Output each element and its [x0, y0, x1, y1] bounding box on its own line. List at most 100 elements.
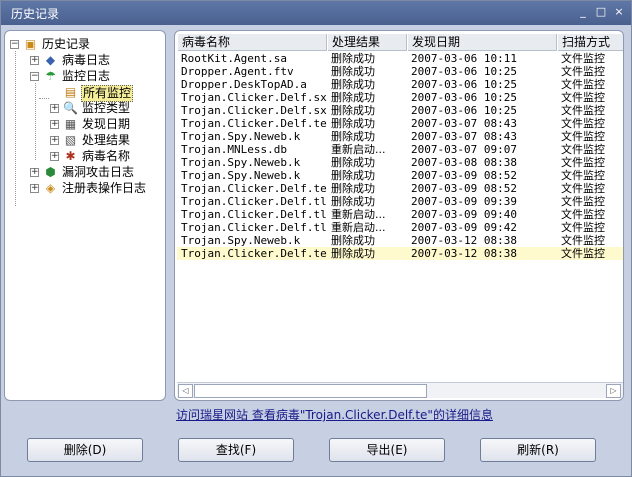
document-icon: ▤: [64, 85, 77, 99]
virus-name-cell: Trojan.Clicker.Delf.tl: [181, 208, 327, 221]
history-tree: − ▣ 历史记录 + ◆ 病毒日志 − ☂ 监控日志 ▤ 所有监控 + 🔍 监控…: [5, 31, 165, 400]
expand-icon[interactable]: +: [50, 120, 59, 129]
scan-method-cell: 文件监控: [561, 169, 605, 182]
column-header-date[interactable]: 发现日期: [407, 34, 557, 51]
delete-button[interactable]: 删除(D): [27, 438, 143, 462]
list-row[interactable]: Trojan.Clicker.Delf.tl 删除成功 2007-03-09 09:…: [177, 195, 623, 208]
virus-log-icon: ◆: [45, 53, 56, 67]
list-row[interactable]: Trojan.Clicker.Delf.te 删除成功 2007-03-09 08:…: [177, 182, 623, 195]
result-cell: 重新启动...: [331, 208, 386, 221]
result-cell: 重新启动...: [331, 221, 386, 234]
result-cell: 删除成功: [331, 169, 375, 182]
list-row[interactable]: Trojan.Spy.Neweb.k 删除成功 2007-03-09 08:52 文件…: [177, 169, 623, 182]
virus-info-link[interactable]: 访问瑞星网站 查看病毒"Trojan.Clicker.Delf.te"的详细信息: [176, 406, 493, 423]
list-row[interactable]: Trojan.Clicker.Delf.tl 重新启动... 2007-03-09 …: [177, 221, 623, 234]
list-row[interactable]: Dropper.DeskTopAD.a 删除成功 2007-03-06 10:25 文…: [177, 78, 623, 91]
list-row[interactable]: Trojan.Clicker.Delf.te 删除成功 2007-03-07 08:…: [177, 117, 623, 130]
scan-method-cell: 文件监控: [561, 208, 605, 221]
scan-method-cell: 文件监控: [561, 143, 605, 156]
tree-node-result[interactable]: + ▧ 处理结果: [5, 133, 165, 148]
minimize-icon[interactable]: _: [577, 6, 589, 18]
list-row[interactable]: Trojan.Clicker.Delf.te 删除成功 2007-03-12 08:…: [177, 247, 623, 260]
list-row[interactable]: Trojan.Spy.Neweb.k 删除成功 2007-03-12 08:38 文件…: [177, 234, 623, 247]
scan-method-cell: 文件监控: [561, 130, 605, 143]
date-cell: 2007-03-06 10:25: [411, 65, 517, 78]
horizontal-scrollbar[interactable]: ◁ ▷: [177, 382, 623, 398]
expand-icon[interactable]: +: [30, 184, 39, 193]
list-row[interactable]: Trojan.Clicker.Delf.sx 删除成功 2007-03-06 10:…: [177, 91, 623, 104]
expand-icon[interactable]: +: [30, 56, 39, 65]
virus-name-cell: Trojan.Clicker.Delf.tl: [181, 195, 327, 208]
search-doc-icon: 🔍: [63, 101, 78, 115]
scan-method-cell: 文件监控: [561, 104, 605, 117]
maximize-icon[interactable]: □: [595, 6, 607, 18]
scroll-left-icon[interactable]: ◁: [178, 384, 193, 398]
column-header-result[interactable]: 处理结果: [327, 34, 407, 51]
virus-name-cell: Trojan.MNLess.db: [181, 143, 287, 156]
result-cell: 删除成功: [331, 78, 375, 91]
tree-node-monitor-log[interactable]: − ☂ 监控日志: [5, 69, 165, 84]
column-header-scan-method[interactable]: 扫描方式: [557, 34, 623, 51]
scroll-thumb[interactable]: [194, 384, 427, 398]
find-button[interactable]: 查找(F): [178, 438, 294, 462]
tree-node-label: 漏洞攻击日志: [62, 165, 135, 179]
tree-node-label: 病毒日志: [62, 53, 111, 67]
history-box-icon: ▣: [24, 37, 37, 51]
refresh-button[interactable]: 刷新(R): [480, 438, 596, 462]
scan-method-cell: 文件监控: [561, 78, 605, 91]
result-cell: 删除成功: [331, 91, 375, 104]
date-cell: 2007-03-09 09:40: [411, 208, 517, 221]
virus-name-cell: Trojan.Spy.Neweb.k: [181, 156, 301, 169]
virus-name-cell: Trojan.Clicker.Delf.te: [181, 182, 327, 195]
collapse-icon[interactable]: −: [30, 72, 39, 81]
scan-method-cell: 文件监控: [561, 195, 605, 208]
expand-icon[interactable]: +: [30, 168, 39, 177]
umbrella-icon: ☂: [45, 69, 56, 83]
history-window: 历史记录 _ □ × − ▣ 历史记录 + ◆ 病毒日志 − ☂ 监控日志 ▤ …: [0, 0, 632, 477]
scroll-right-icon[interactable]: ▷: [606, 384, 621, 398]
title-bar[interactable]: 历史记录 _ □ ×: [1, 1, 631, 25]
tree-node-virus-name[interactable]: + ✱ 病毒名称: [5, 149, 165, 164]
collapse-icon[interactable]: −: [10, 40, 19, 49]
tree-node-vuln-log[interactable]: + ⬢ 漏洞攻击日志: [5, 165, 165, 180]
list-row[interactable]: Trojan.Spy.Neweb.k 删除成功 2007-03-07 08:43 文件…: [177, 130, 623, 143]
list-row[interactable]: RootKit.Agent.sa 删除成功 2007-03-06 10:11 文件监控: [177, 52, 623, 65]
expand-icon[interactable]: +: [50, 104, 59, 113]
column-header-virus-name[interactable]: 病毒名称: [177, 34, 327, 51]
scan-method-cell: 文件监控: [561, 221, 605, 234]
virus-name-cell: Trojan.Spy.Neweb.k: [181, 130, 301, 143]
date-cell: 2007-03-07 08:43: [411, 130, 517, 143]
list-row[interactable]: Trojan.MNLess.db 重新启动... 2007-03-07 09:07 文…: [177, 143, 623, 156]
window-title: 历史记录: [11, 7, 60, 21]
tree-node-monitor-type[interactable]: + 🔍 监控类型: [5, 101, 165, 116]
virus-name-cell: Dropper.DeskTopAD.a: [181, 78, 307, 91]
export-button[interactable]: 导出(E): [329, 438, 445, 462]
result-cell: 删除成功: [331, 65, 375, 78]
registry-icon: ◈: [45, 181, 56, 195]
list-row[interactable]: Trojan.Clicker.Delf.tl 重新启动... 2007-03-09 …: [177, 208, 623, 221]
result-cell: 删除成功: [331, 234, 375, 247]
result-cell: 删除成功: [331, 156, 375, 169]
date-cell: 2007-03-06 10:25: [411, 78, 517, 91]
tree-node-found-date[interactable]: + ▦ 发现日期: [5, 117, 165, 132]
tree-node-registry-log[interactable]: + ◈ 注册表操作日志: [5, 181, 165, 196]
tree-node-virus-log[interactable]: + ◆ 病毒日志: [5, 53, 165, 68]
list-row[interactable]: Trojan.Clicker.Delf.sx 删除成功 2007-03-06 10:…: [177, 104, 623, 117]
tree-node-label: 注册表操作日志: [62, 181, 147, 195]
tree-node-label: 病毒名称: [82, 149, 131, 163]
bug-doc-icon: ✱: [65, 149, 76, 163]
date-cell: 2007-03-08 08:38: [411, 156, 517, 169]
list-row[interactable]: Dropper.Agent.ftv 删除成功 2007-03-06 10:25 文件监…: [177, 65, 623, 78]
list-row[interactable]: Trojan.Spy.Neweb.k 删除成功 2007-03-08 08:38 文件…: [177, 156, 623, 169]
log-list: RootKit.Agent.sa 删除成功 2007-03-06 10:11 文件监控…: [177, 52, 623, 378]
scan-method-cell: 文件监控: [561, 65, 605, 78]
scan-method-cell: 文件监控: [561, 91, 605, 104]
expand-icon[interactable]: +: [50, 136, 59, 145]
tree-node-all-monitor[interactable]: ▤ 所有监控: [5, 85, 165, 102]
scan-method-cell: 文件监控: [561, 182, 605, 195]
scan-method-cell: 文件监控: [561, 247, 605, 260]
tree-node-root[interactable]: − ▣ 历史记录: [5, 37, 165, 52]
close-icon[interactable]: ×: [613, 6, 625, 18]
date-cell: 2007-03-09 09:39: [411, 195, 517, 208]
expand-icon[interactable]: +: [50, 152, 59, 161]
